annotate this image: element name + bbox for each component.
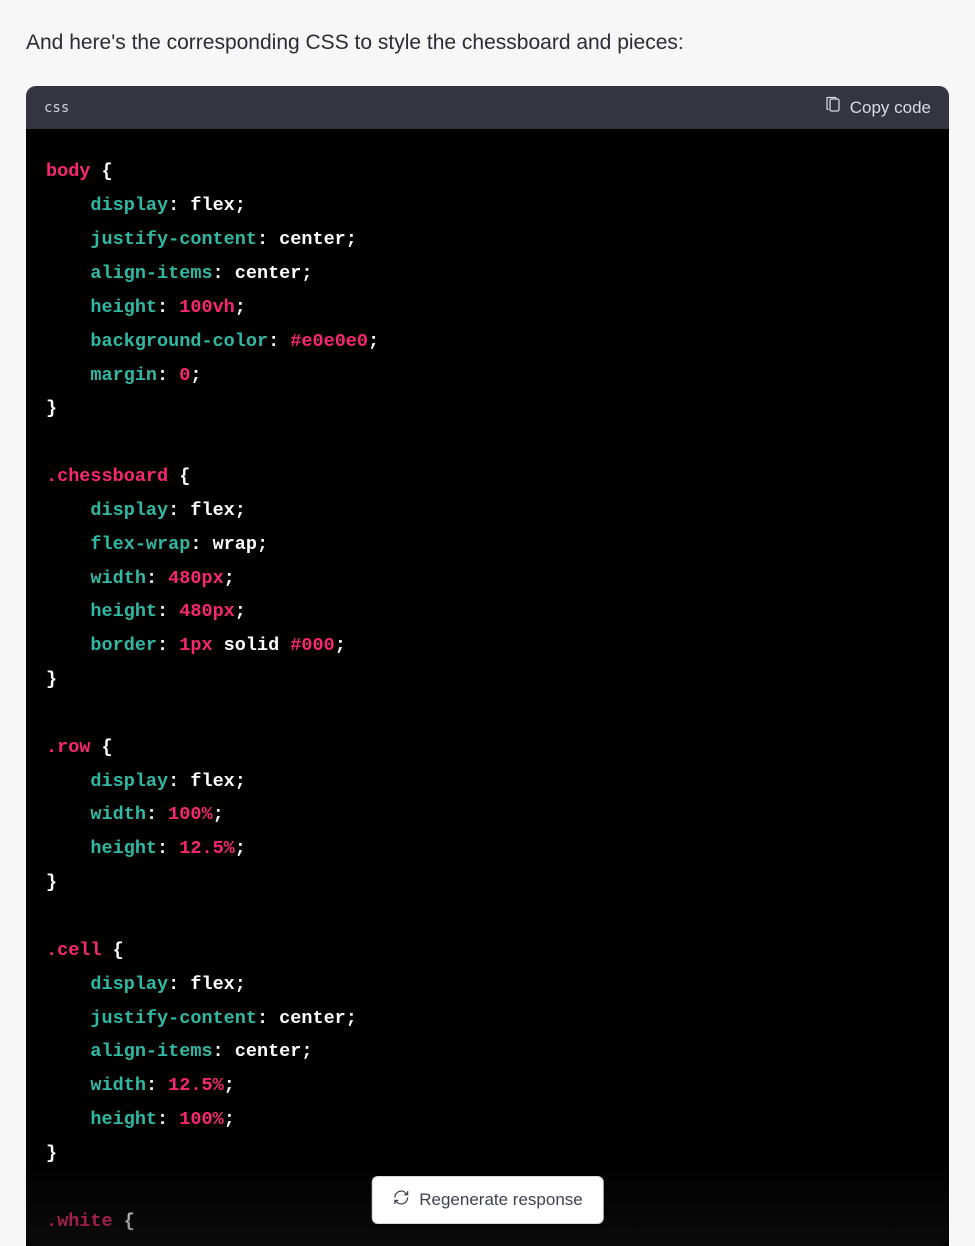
copy-code-label: Copy code [850,98,931,118]
code-body[interactable]: body { display: flex; justify-content: c… [26,129,949,1246]
clipboard-icon [824,96,842,119]
code-block-header: css Copy code [26,86,949,129]
refresh-icon [392,1189,409,1211]
copy-code-button[interactable]: Copy code [824,96,931,119]
intro-text: And here's the corresponding CSS to styl… [26,28,949,58]
code-block: css Copy code body { display: flex; just… [26,86,949,1246]
language-label: css [44,100,69,116]
regenerate-response-button[interactable]: Regenerate response [371,1176,604,1224]
regenerate-label: Regenerate response [419,1190,583,1210]
